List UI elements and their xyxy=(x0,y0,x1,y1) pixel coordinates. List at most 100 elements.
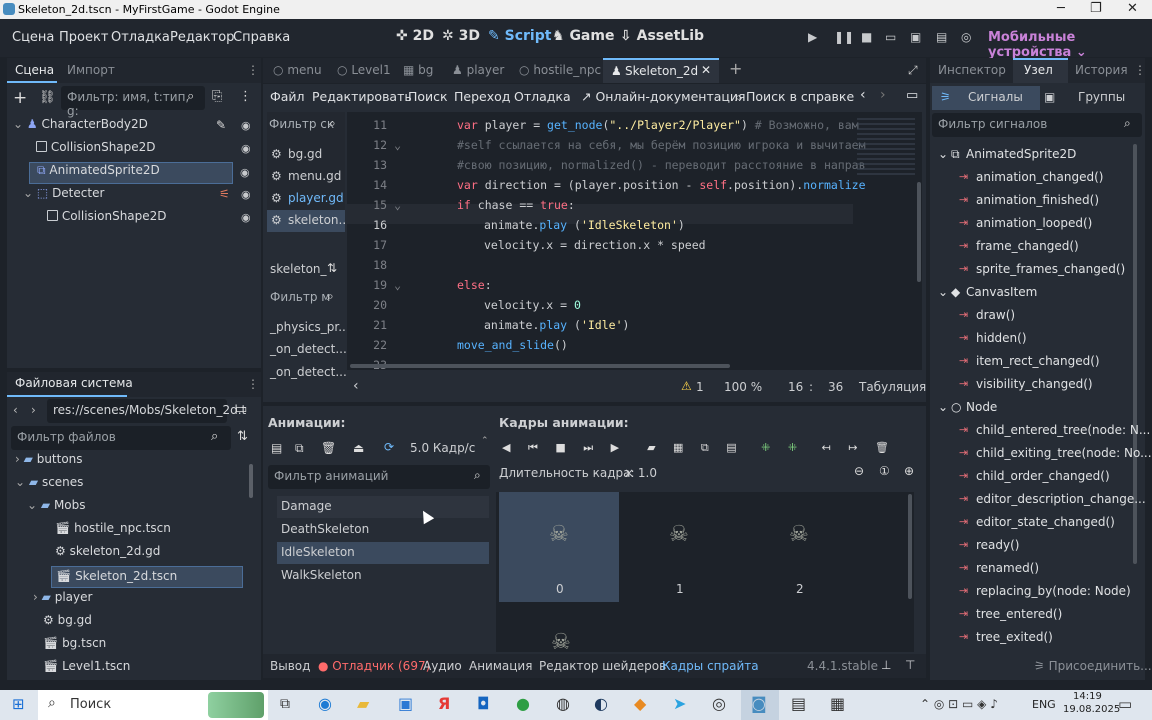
play-icon[interactable]: ▶ xyxy=(611,441,619,454)
windows-start-icon[interactable]: ⊞ xyxy=(12,695,25,713)
steam-icon[interactable]: ◐ xyxy=(594,694,608,713)
workspace-3d[interactable]: ✲ 3D xyxy=(442,28,480,44)
signal-item[interactable]: animation_finished() xyxy=(976,193,1099,207)
outlook-icon[interactable]: ◘ xyxy=(477,694,490,713)
signal-group-canvasitem[interactable]: CanvasItem xyxy=(966,285,1037,299)
new-animation-icon[interactable]: ▤ xyxy=(271,441,282,455)
method-filter-input[interactable]: Фильтр м xyxy=(270,290,330,304)
play-icon[interactable]: ▶ xyxy=(808,30,817,44)
menu-help[interactable]: Справка xyxy=(233,30,290,45)
signal-group-animatedsprite2d[interactable]: AnimatedSprite2D xyxy=(966,147,1076,161)
spritesheet-icon[interactable]: ▦ xyxy=(673,441,683,454)
help-search-button[interactable]: ⌕ Поиск в справке xyxy=(735,89,854,105)
fs-folder-mobs[interactable]: ⌄ ▰ Mobs xyxy=(27,498,86,520)
frame-duration-input[interactable]: × 1.0 xyxy=(624,466,657,480)
scene-tab-bg[interactable]: ▦ bg xyxy=(403,63,433,77)
telegram-icon[interactable]: ➤ xyxy=(673,694,686,713)
chrome-icon[interactable]: ◍ xyxy=(556,694,570,713)
signal-item[interactable]: tree_entered() xyxy=(976,607,1062,621)
duplicate-animation-icon[interactable]: ⧉ xyxy=(295,441,304,456)
menu-scene[interactable]: Сцена xyxy=(12,30,54,45)
frames-scrollbar[interactable] xyxy=(908,494,912,599)
delete-animation-icon[interactable]: 🗑︎ xyxy=(321,441,336,455)
zoom-level[interactable]: 100 % xyxy=(724,380,762,394)
fold-icon[interactable]: ⌄ xyxy=(389,198,401,212)
script-item-player[interactable]: ⚙ player.gd xyxy=(267,188,345,210)
play-scene-icon[interactable]: ▣ xyxy=(910,30,921,44)
signal-group-node[interactable]: Node xyxy=(966,400,997,414)
play-backwards-icon[interactable]: ◀ xyxy=(502,441,510,454)
signal-item[interactable]: draw() xyxy=(976,308,1015,322)
method-item[interactable]: _on_detect... xyxy=(270,365,347,379)
dock-menu-icon[interactable]: ⋮ xyxy=(247,377,259,391)
maximize-icon[interactable]: ❐ xyxy=(1090,1,1102,16)
tab-import[interactable]: Импорт xyxy=(67,63,115,77)
fs-filter-input[interactable]: Фильтр файлов xyxy=(11,426,231,450)
tab-sprite-frames[interactable]: Кадры спрайта xyxy=(662,659,759,673)
signal-item[interactable]: child_order_changed() xyxy=(976,469,1110,483)
signal-item[interactable]: editor_state_changed() xyxy=(976,515,1115,529)
clock-time[interactable]: 14:19 xyxy=(1073,691,1102,702)
signal-item[interactable]: frame_changed() xyxy=(976,239,1079,253)
signal-item[interactable]: child_entered_tree(node: N... xyxy=(976,423,1150,437)
scene-filter-input[interactable]: Фильтр: имя, t:тип, g: xyxy=(61,86,205,118)
toggle-panel-icon[interactable]: ▭ xyxy=(906,88,918,103)
fs-file-bg-gd[interactable]: ⚙ bg.gd xyxy=(43,613,92,635)
tab-scene[interactable]: Сцена xyxy=(15,63,54,77)
fs-file-bg-tscn[interactable]: 🎬︎ bg.tscn xyxy=(43,636,106,658)
insert-after-icon[interactable]: ⁜ xyxy=(788,441,797,454)
scene-tab-player[interactable]: ♟ player xyxy=(452,63,504,77)
toggle-scripts-panel-icon[interactable]: ‹ xyxy=(353,378,359,394)
animation-item-death[interactable]: DeathSkeleton xyxy=(277,519,489,541)
menu-project[interactable]: Проект xyxy=(59,30,108,45)
code-hscrollbar[interactable] xyxy=(350,364,730,368)
tree-node-collisionshape2d[interactable]: CollisionShape2D ◉ xyxy=(36,140,257,162)
workspace-game[interactable]: ♞ Game xyxy=(552,28,614,44)
split-view-icon[interactable]: ▭ xyxy=(235,402,247,417)
frame-tile-1[interactable]: ☠ 1 xyxy=(619,492,739,602)
pin-icon[interactable]: ⊥ xyxy=(881,658,891,672)
spin-up-icon[interactable]: ⌃ xyxy=(481,436,489,446)
signal-item[interactable]: hidden() xyxy=(976,331,1027,345)
sort-icon[interactable]: ⇅ xyxy=(327,261,337,275)
pause-icon[interactable]: ❚❚ xyxy=(834,30,854,44)
tab-animation[interactable]: Анимация xyxy=(469,659,532,673)
tab-history[interactable]: История xyxy=(1075,63,1128,77)
scene-tab-skeleton[interactable]: ♟ Skeleton_2d ✕ xyxy=(603,58,719,83)
tab-audio[interactable]: Аудио xyxy=(423,659,462,673)
movie-maker-icon[interactable]: ◎ xyxy=(961,30,971,44)
signal-item[interactable]: child_exiting_tree(node: No... xyxy=(976,446,1152,460)
step-forward-icon[interactable]: ⏭ xyxy=(583,441,593,454)
dock-menu-icon[interactable]: ⋮ xyxy=(1134,63,1146,77)
script-item-menu[interactable]: ⚙ menu.gd xyxy=(267,166,345,188)
paste-icon[interactable]: ▤ xyxy=(726,441,736,454)
code-vscrollbar[interactable] xyxy=(917,182,921,282)
edge-icon[interactable]: ◉ xyxy=(318,694,332,713)
prev-script-icon[interactable]: ‹ xyxy=(860,87,866,103)
insert-before-icon[interactable]: ⁜ xyxy=(761,441,770,454)
collapse-arrow-icon[interactable]: ⌄ xyxy=(938,285,948,299)
fs-file-hostile-npc[interactable]: 🎬︎ hostile_npc.tscn xyxy=(55,521,171,543)
code-minimap[interactable] xyxy=(857,118,915,178)
expand-panel-icon[interactable]: ⊤ xyxy=(905,658,915,672)
remote-debug-icon[interactable]: ▭ xyxy=(885,30,896,44)
github-icon[interactable]: ◎ xyxy=(712,694,726,713)
distraction-free-icon[interactable]: ⤢ xyxy=(908,63,918,78)
collapse-arrow-icon[interactable]: ⌄ xyxy=(938,400,948,414)
signal-item[interactable]: item_rect_changed() xyxy=(976,354,1100,368)
play-custom-icon[interactable]: ▤ xyxy=(936,30,947,44)
frame-tile-2[interactable]: ☠ 2 xyxy=(739,492,859,602)
instance-scene-icon[interactable]: ⎘ xyxy=(212,89,222,104)
fold-icon[interactable]: ⌄ xyxy=(389,138,401,152)
scene-tab-level1[interactable]: ○ Level1 xyxy=(337,63,391,77)
link-icon[interactable]: ⛓ xyxy=(39,90,56,105)
next-script-icon[interactable]: › xyxy=(880,87,886,103)
fold-icon[interactable]: ⌄ xyxy=(389,278,401,292)
tab-output[interactable]: Вывод xyxy=(270,659,310,673)
collapse-arrow-icon[interactable]: ⌄ xyxy=(938,147,948,161)
tree-node-characterbody2d[interactable]: ⌄ ♟ CharacterBody2D ✎ ◉ xyxy=(13,117,257,139)
move-right-icon[interactable]: ↦ xyxy=(848,441,857,454)
animation-filter-input[interactable]: Фильтр анимаций xyxy=(268,465,490,489)
workspace-2d[interactable]: ✜ 2D xyxy=(396,28,434,44)
script-menu-debug[interactable]: Отладка xyxy=(514,89,571,104)
